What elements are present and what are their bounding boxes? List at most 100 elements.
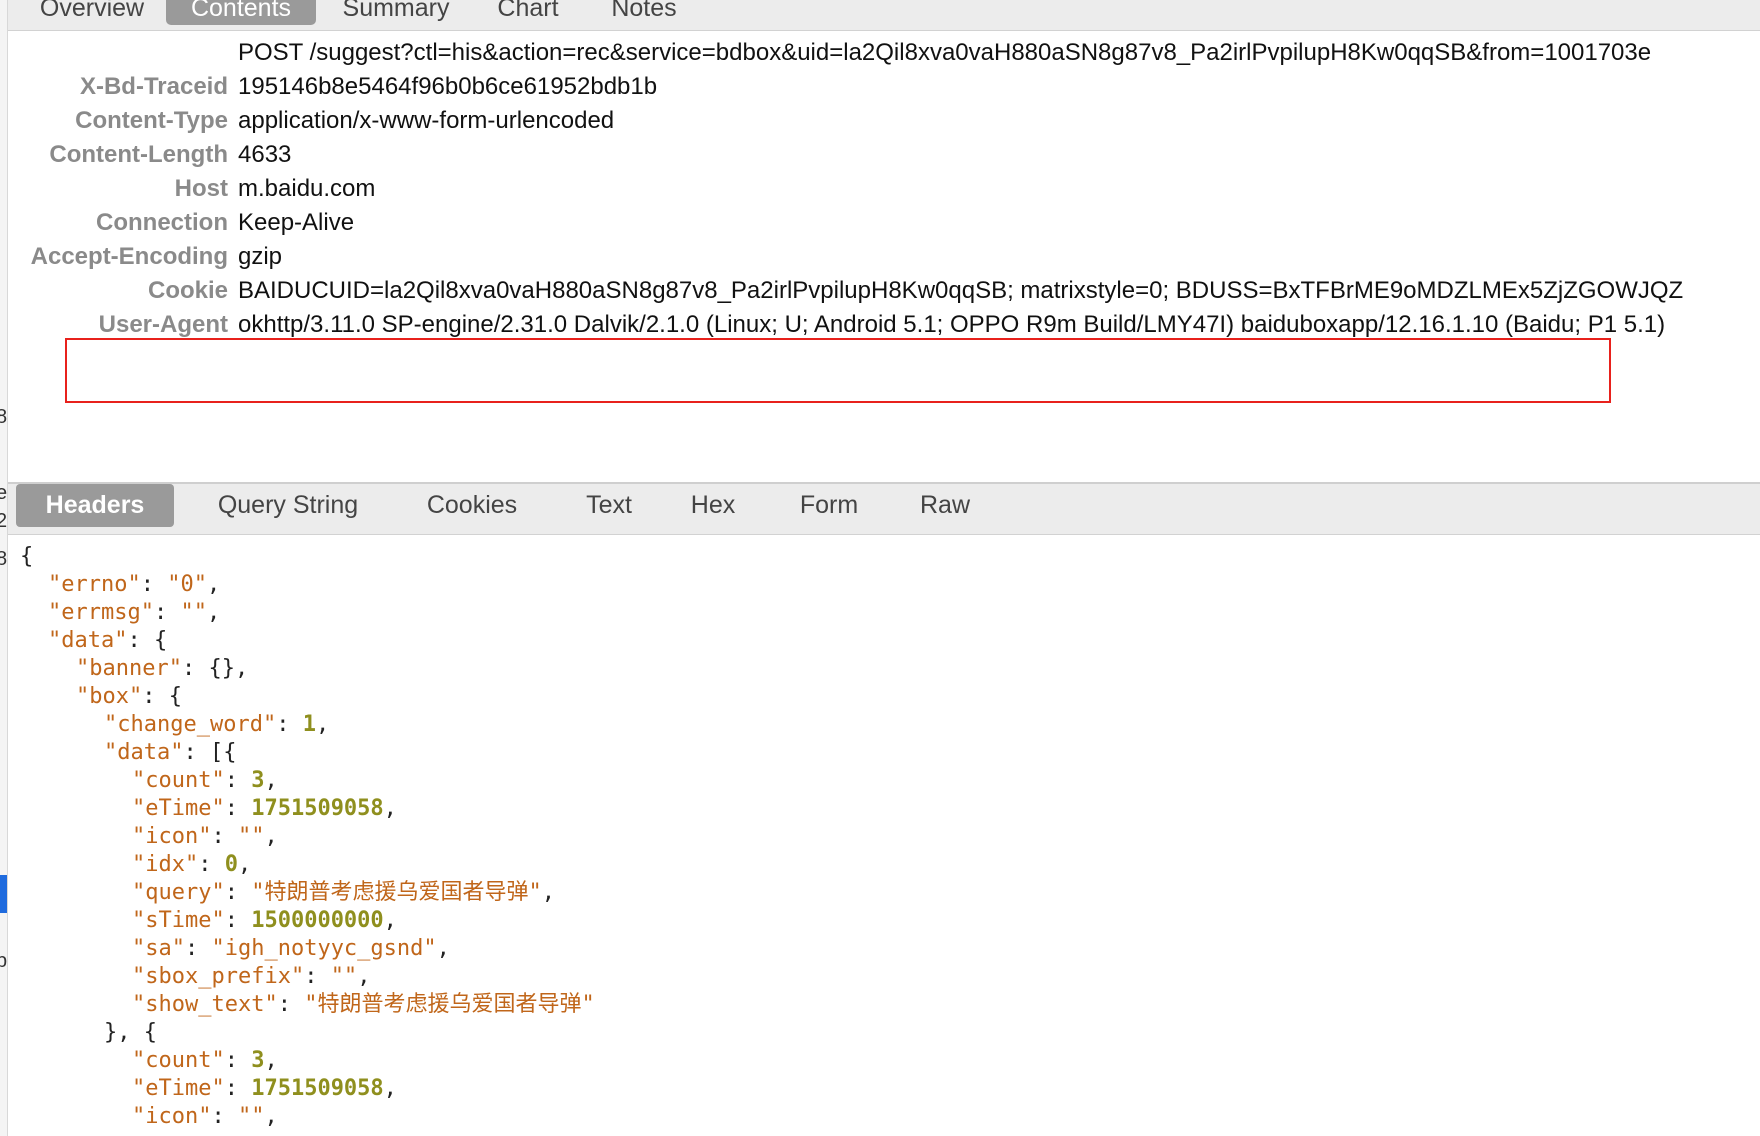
json-punctuation: : <box>224 1076 252 1101</box>
response-json-viewer[interactable]: {"errno": "0", "errmsg": "", "data": {"ban… <box>8 535 1760 1136</box>
tab-query-string[interactable]: Query String <box>198 484 378 527</box>
json-line: "banner": {}, <box>76 655 248 683</box>
json-punctuation: , <box>264 824 278 849</box>
json-punctuation: : <box>224 1048 252 1073</box>
json-punctuation: : <box>276 712 303 737</box>
json-punctuation: , <box>315 712 330 737</box>
json-key: "icon" <box>132 824 212 849</box>
header-value: 195146b8e5464f96b0b6ce61952bdb1b <box>238 73 658 100</box>
json-punctuation: : <box>224 768 252 793</box>
list-fragment: 2 <box>0 510 7 533</box>
header-key: Content-Length <box>49 141 228 168</box>
header-key: X-Bd-Traceid <box>79 73 228 100</box>
json-punctuation: : <box>224 796 252 821</box>
json-key: "data" <box>48 628 128 653</box>
json-string: "" <box>237 824 265 849</box>
json-punctuation: : <box>224 880 252 905</box>
json-punctuation: , <box>357 964 371 989</box>
header-key: Accept-Encoding <box>30 243 228 270</box>
json-punctuation: , <box>264 1048 278 1073</box>
json-string: "igh_notyyc_gsnd" <box>211 936 437 961</box>
json-number: 1500000000 <box>251 908 384 933</box>
header-row: Content-Type application/x-www-form-urle… <box>8 102 1760 140</box>
json-line: "query": "特朗普考虑援乌爱国者导弹", <box>132 879 555 907</box>
json-key: "count" <box>132 1048 225 1073</box>
json-line: "box": { <box>76 683 182 711</box>
header-key: Connection <box>96 209 228 236</box>
json-punctuation: , <box>383 908 397 933</box>
json-line: "change_word": 1, <box>104 711 329 739</box>
json-key: "eTime" <box>132 796 225 821</box>
user-agent-highlight-box <box>65 338 1611 403</box>
json-punctuation: : <box>304 964 331 989</box>
json-line: "eTime": 1751509058, <box>132 1075 397 1103</box>
json-line: "show_text": "特朗普考虑援乌爱国者导弹" <box>132 991 595 1019</box>
tab-overview[interactable]: Overview <box>16 0 168 25</box>
json-line: "data": [{ <box>104 739 236 767</box>
json-line: "count": 3, <box>132 1047 278 1075</box>
header-value: 4633 <box>238 141 292 168</box>
json-line: "errmsg": "", <box>48 599 220 627</box>
json-number: 1751509058 <box>251 796 384 821</box>
json-punctuation: , <box>383 1076 397 1101</box>
json-number: 0 <box>224 852 238 877</box>
header-value: m.baidu.com <box>238 175 376 202</box>
tab-chart[interactable]: Chart <box>476 0 580 25</box>
header-key: Content-Type <box>75 107 228 134</box>
json-punctuation: : <box>211 1104 238 1129</box>
json-punctuation: : { <box>127 628 168 653</box>
list-fragment: : <box>0 574 2 597</box>
json-punctuation: : <box>153 600 181 625</box>
json-punctuation: , <box>237 852 252 877</box>
json-line: { <box>20 543 33 571</box>
response-tab-bar: Headers Query String Cookies Text Hex Fo… <box>8 484 1760 535</box>
tab-notes[interactable]: Notes <box>594 0 694 25</box>
json-punctuation: : <box>140 572 168 597</box>
json-punctuation: , <box>541 880 555 905</box>
json-number: 1751509058 <box>251 1076 384 1101</box>
header-value: BAIDUCUID=la2Qil8xva0vaH880aSN8g87v8_Pa2… <box>238 277 1684 304</box>
request-line: POST /suggest?ctl=his&action=rec&service… <box>238 39 1652 66</box>
header-row: Host m.baidu.com <box>8 170 1760 208</box>
json-line: "icon": "", <box>132 1103 278 1131</box>
list-fragment: 8 <box>0 548 7 571</box>
tab-text[interactable]: Text <box>568 484 650 527</box>
json-key: "idx" <box>132 852 199 877</box>
header-key: Host <box>174 175 228 202</box>
tab-cookies[interactable]: Cookies <box>410 484 534 527</box>
tab-headers[interactable]: Headers <box>16 484 174 527</box>
request-line-row: POST /suggest?ctl=his&action=rec&service… <box>8 34 1760 72</box>
json-punctuation: , <box>264 1104 278 1129</box>
json-string: "0" <box>167 572 207 597</box>
selected-request-marker[interactable] <box>0 875 7 913</box>
json-punctuation: : {}, <box>181 656 249 681</box>
json-line: "sTime": 1500000000, <box>132 907 397 935</box>
header-row: Content-Length 4633 <box>8 136 1760 174</box>
request-headers-view: POST /suggest?ctl=his&action=rec&service… <box>8 30 1760 482</box>
json-number: 1 <box>302 712 316 737</box>
json-punctuation: : <box>224 908 252 933</box>
json-key: "box" <box>76 684 143 709</box>
header-row: Connection Keep-Alive <box>8 204 1760 242</box>
tab-raw[interactable]: Raw <box>908 484 982 527</box>
json-punctuation: : <box>184 936 212 961</box>
json-punctuation: : [{ <box>183 740 237 765</box>
tab-hex[interactable]: Hex <box>678 484 748 527</box>
tab-contents[interactable]: Contents <box>166 0 316 25</box>
json-line: "sbox_prefix": "", <box>132 963 370 991</box>
tab-form[interactable]: Form <box>784 484 874 527</box>
json-key: "sbox_prefix" <box>132 964 305 989</box>
json-punctuation: , <box>436 936 450 961</box>
header-value: application/x-www-form-urlencoded <box>238 107 615 134</box>
header-value: gzip <box>238 243 283 270</box>
json-key: "query" <box>132 880 225 905</box>
request-list-pane-edge: 8 : e 2 8 : p <box>0 0 8 1136</box>
json-punctuation: : <box>198 852 225 877</box>
json-line: "icon": "", <box>132 823 278 851</box>
json-key: "change_word" <box>104 712 277 737</box>
json-number: 3 <box>251 1048 265 1073</box>
tab-summary[interactable]: Summary <box>328 0 464 25</box>
json-punctuation: , <box>383 796 397 821</box>
list-fragment: e <box>0 482 7 505</box>
json-line: "data": { <box>48 627 167 655</box>
